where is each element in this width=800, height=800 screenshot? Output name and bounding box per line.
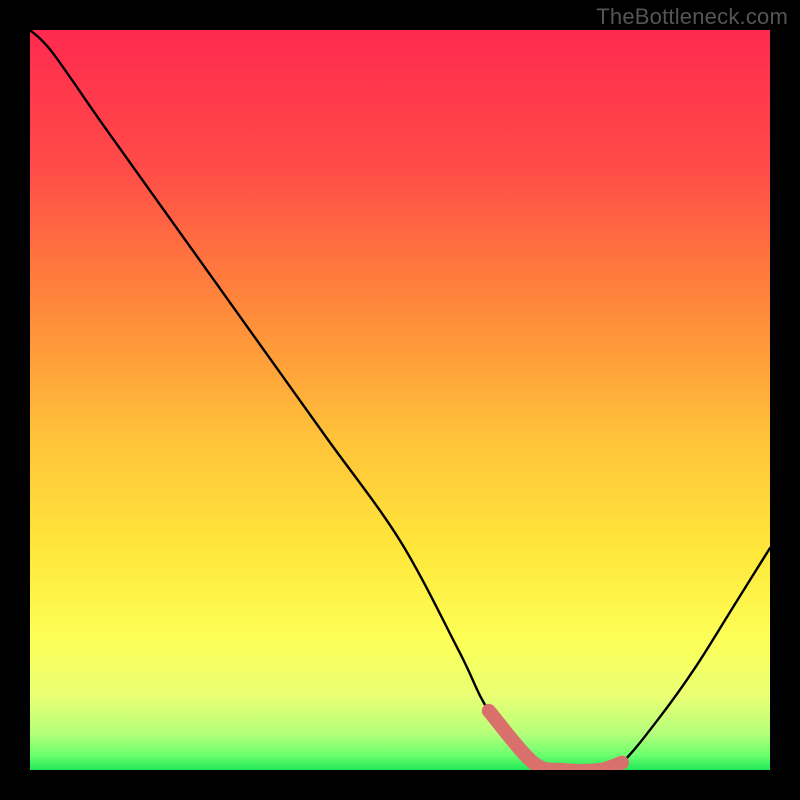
watermark-text: TheBottleneck.com	[596, 4, 788, 30]
plot-area	[30, 30, 770, 770]
gradient-background	[30, 30, 770, 770]
bottleneck-chart	[30, 30, 770, 770]
